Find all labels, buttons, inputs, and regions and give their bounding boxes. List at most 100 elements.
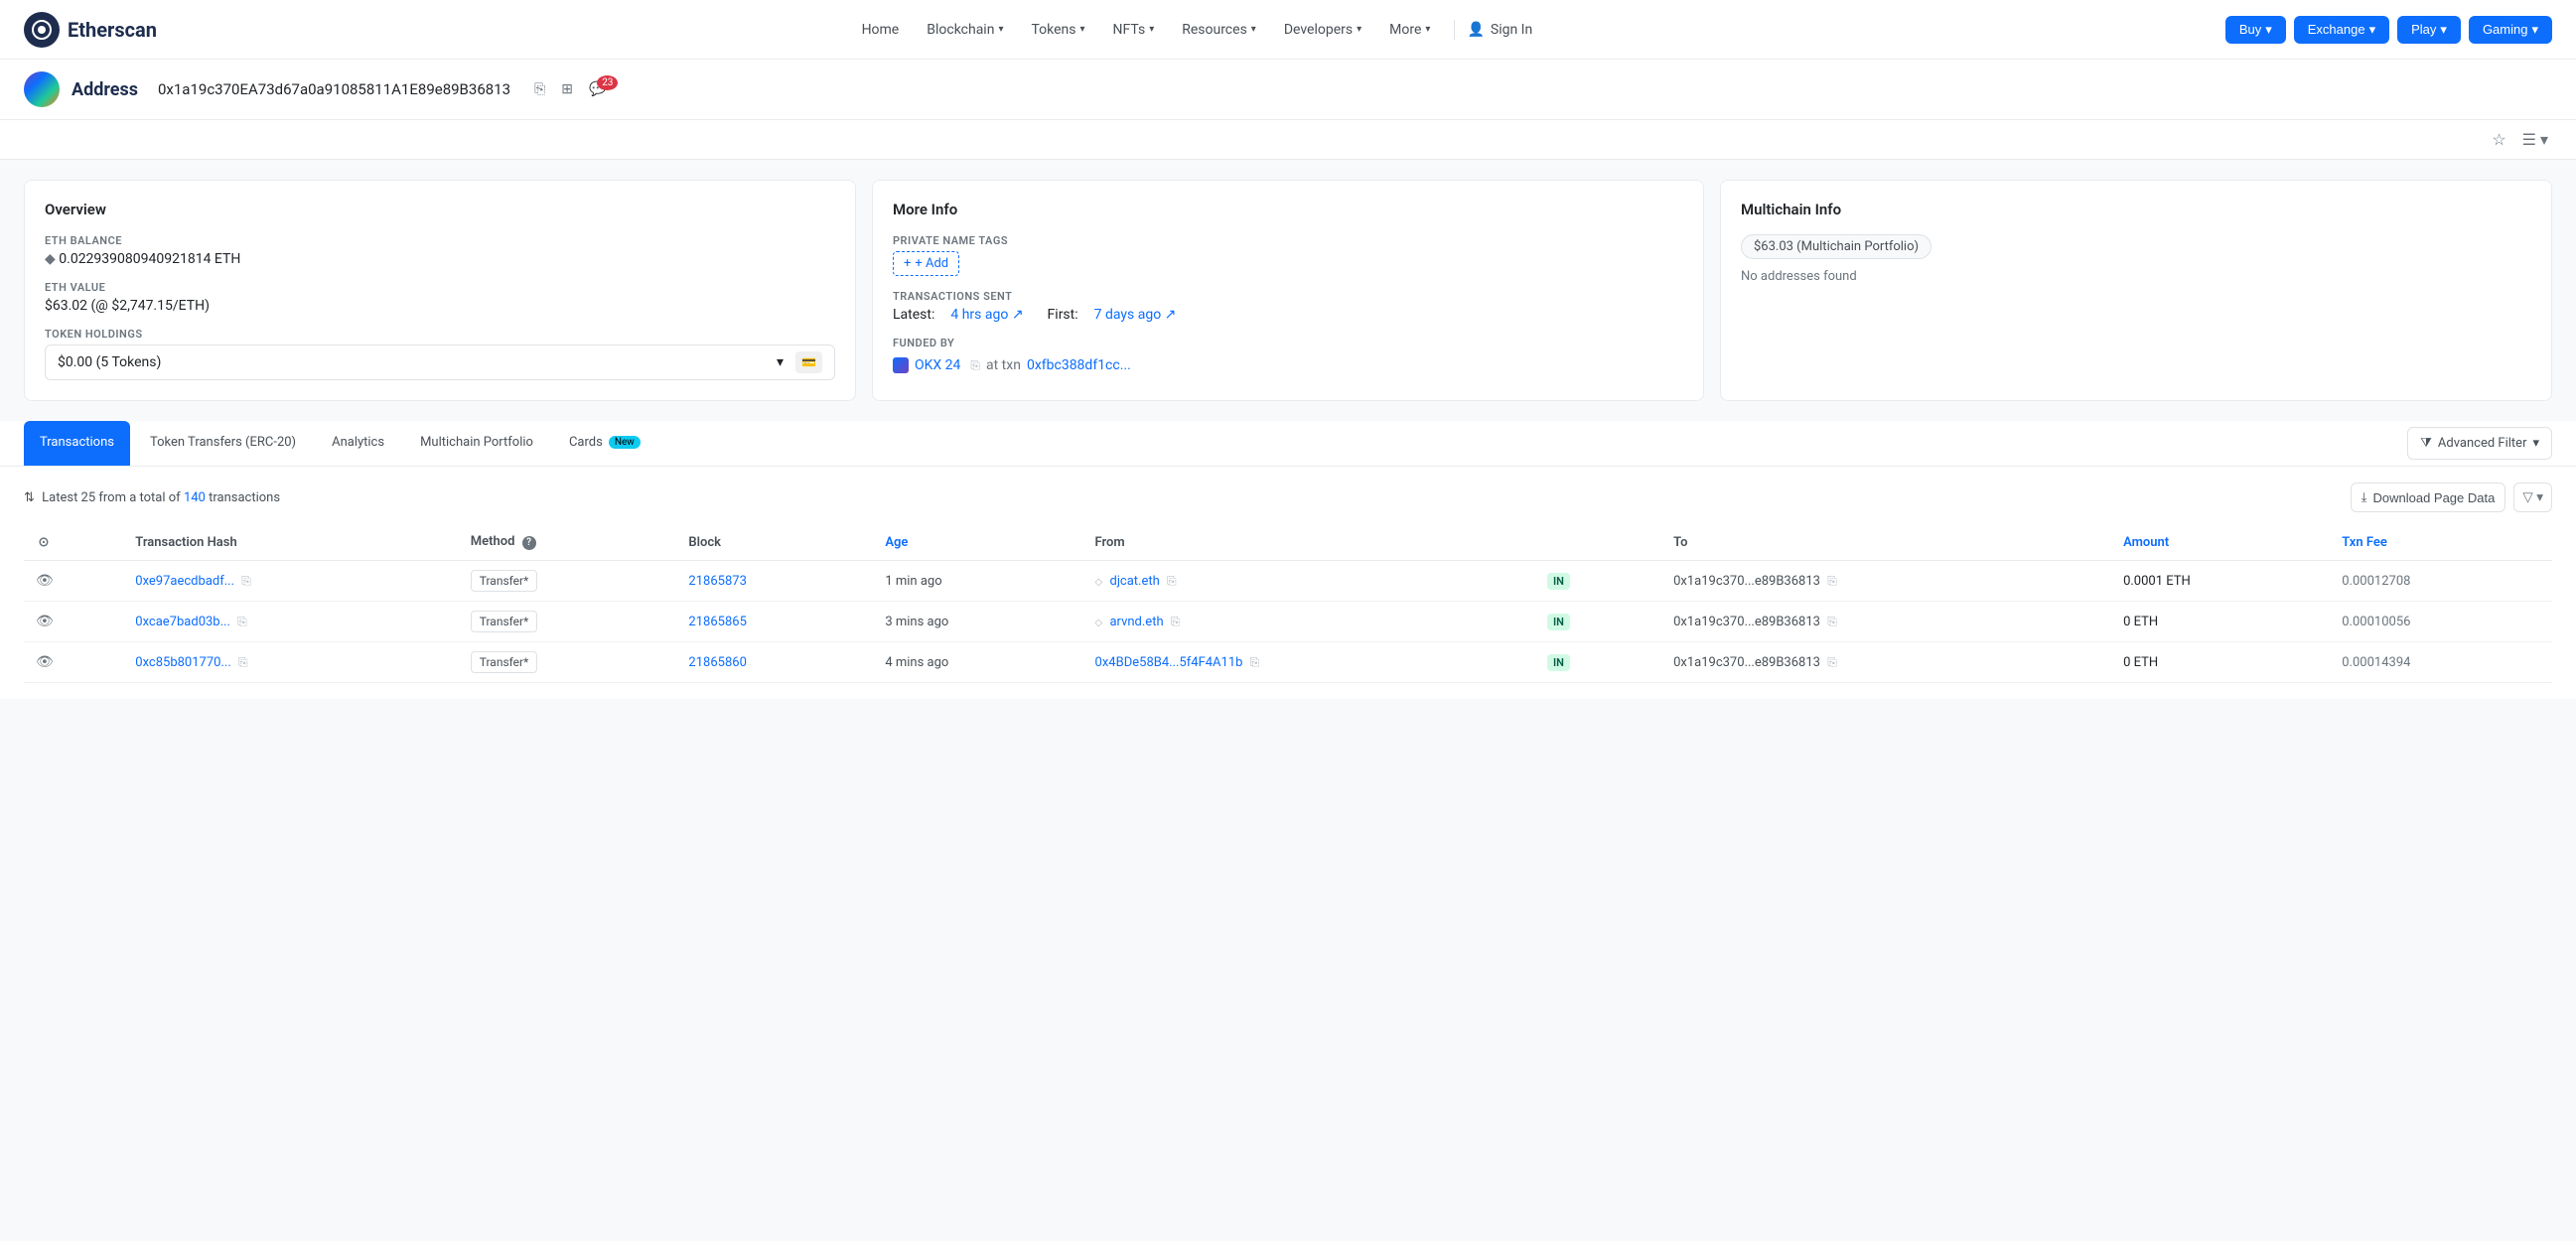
gaming-button[interactable]: Gaming ▾ [2469, 16, 2552, 44]
funded-by-name-link[interactable]: OKX 24 [915, 357, 960, 373]
age-text: 4 mins ago [885, 655, 948, 670]
copy-to-icon[interactable]: ⎘ [1827, 655, 1837, 669]
copy-from-icon[interactable]: ⎘ [1250, 655, 1260, 669]
row-from-cell: ◇ djcat.eth ⎘ [1083, 561, 1535, 602]
block-number-link[interactable]: 21865865 [688, 615, 746, 629]
gaming-chevron-icon: ▾ [2531, 22, 2538, 38]
sign-in-button[interactable]: 👤 Sign In [1467, 22, 1532, 38]
address-label: Address [72, 79, 138, 100]
qr-code-icon[interactable]: ⊞ [557, 79, 577, 99]
download-page-data-button[interactable]: ⤓ Download Page Data [2351, 483, 2506, 512]
tab-transactions[interactable]: Transactions [24, 421, 130, 466]
first-label: First: [1048, 307, 1078, 323]
blockchain-chevron-icon: ▾ [998, 24, 1003, 35]
amount-value: 0 ETH [2123, 615, 2158, 629]
nav-resources[interactable]: Resources ▾ [1170, 14, 1268, 46]
latest-txn-link[interactable]: 4 hrs ago ↗ [950, 307, 1023, 323]
th-fee: Txn Fee [2330, 524, 2552, 561]
row-age-cell: 4 mins ago [873, 642, 1082, 683]
advanced-filter-button[interactable]: ⧩ Advanced Filter ▾ [2407, 427, 2552, 460]
row-age-cell: 1 min ago [873, 561, 1082, 602]
nav-nfts[interactable]: NFTs ▾ [1101, 14, 1167, 46]
from-address-link[interactable]: arvnd.eth [1109, 615, 1163, 629]
row-direction-cell: IN [1535, 602, 1661, 642]
main-nav: Home Blockchain ▾ Tokens ▾ NFTs ▾ Resour… [850, 14, 1533, 46]
no-addresses-found: No addresses found [1741, 269, 2531, 284]
settings-icon[interactable]: ⊙ [36, 534, 52, 550]
copy-from-icon[interactable]: ⎘ [1167, 574, 1177, 588]
transactions-sent-label: TRANSACTIONS SENT [893, 290, 1683, 303]
tab-token-transfers[interactable]: Token Transfers (ERC-20) [134, 421, 312, 466]
total-count-link[interactable]: 140 [184, 490, 206, 505]
nav-more[interactable]: More ▾ [1377, 14, 1442, 46]
method-badge: Transfer* [471, 651, 538, 673]
developers-chevron-icon: ▾ [1357, 24, 1361, 35]
block-number-link[interactable]: 21865860 [688, 655, 746, 670]
nav-home[interactable]: Home [850, 14, 912, 46]
tab-analytics[interactable]: Analytics [316, 421, 400, 466]
notification-badge: 23 [597, 75, 618, 90]
token-holdings-label: TOKEN HOLDINGS [45, 328, 835, 341]
token-wallet-icon[interactable]: 💳 [795, 351, 822, 373]
eth-balance-label: ETH BALANCE [45, 234, 835, 247]
row-fee-cell: 0.00014394 [2330, 642, 2552, 683]
method-help-icon[interactable]: ? [522, 536, 536, 550]
copy-to-icon[interactable]: ⎘ [1827, 574, 1837, 588]
logo-icon [24, 12, 60, 48]
th-hash: Transaction Hash [123, 524, 458, 561]
copy-hash-icon[interactable]: ⎘ [238, 655, 248, 669]
copy-hash-icon[interactable]: ⎘ [241, 574, 251, 588]
multichain-portfolio-badge[interactable]: $63.03 (Multichain Portfolio) [1741, 234, 1932, 259]
block-number-link[interactable]: 21865873 [688, 574, 746, 589]
funded-by-txn-link[interactable]: 0xfbc388df1cc... [1027, 357, 1131, 373]
first-txn-link[interactable]: 7 days ago ↗ [1094, 307, 1177, 323]
filter-button[interactable]: ▽ ▾ [2513, 483, 2552, 512]
notifications-icon-wrapper[interactable]: 💬 23 [585, 81, 610, 97]
row-eye-icon[interactable]: 👁 [36, 614, 54, 629]
resources-chevron-icon: ▾ [1251, 24, 1256, 35]
row-from-cell: ◇ arvnd.eth ⎘ [1083, 602, 1535, 642]
exchange-button[interactable]: Exchange ▾ [2294, 16, 2389, 44]
header-action-buttons: Buy ▾ Exchange ▾ Play ▾ Gaming ▾ [2225, 16, 2552, 44]
from-address-link[interactable]: djcat.eth [1109, 574, 1159, 589]
from-address-link[interactable]: 0x4BDe58B4...5f4F4A11b [1095, 655, 1243, 670]
multichain-info-panel: Multichain Info $63.03 (Multichain Portf… [1720, 180, 2552, 401]
transaction-hash-link[interactable]: 0xe97aecdbadf... [135, 574, 234, 589]
private-name-tags-label: PRIVATE NAME TAGS [893, 234, 1683, 247]
method-badge: Transfer* [471, 570, 538, 592]
transaction-hash-link[interactable]: 0xcae7bad03b... [135, 615, 230, 629]
direction-badge: IN [1547, 654, 1570, 671]
play-button[interactable]: Play ▾ [2397, 16, 2461, 44]
copy-from-icon[interactable]: ⎘ [1171, 615, 1181, 628]
row-eye-icon[interactable]: 👁 [36, 573, 54, 589]
th-method: Method ? [459, 524, 677, 561]
more-info-title: More Info [893, 201, 1683, 218]
row-eye-icon[interactable]: 👁 [36, 654, 54, 670]
tab-cards[interactable]: Cards New [553, 421, 656, 466]
list-icon[interactable]: ☰ ▾ [2518, 126, 2552, 153]
add-private-tag-button[interactable]: + + Add [893, 251, 959, 276]
buy-button[interactable]: Buy ▾ [2225, 16, 2286, 44]
th-from: From [1083, 524, 1535, 561]
star-icon[interactable]: ☆ [2488, 126, 2509, 153]
logo[interactable]: Etherscan [24, 12, 157, 48]
token-holdings-selector[interactable]: $0.00 (5 Tokens) ▾ 💳 [45, 345, 835, 380]
transaction-hash-link[interactable]: 0xc85b801770... [135, 655, 230, 670]
age-text: 1 min ago [885, 574, 941, 589]
row-from-cell: 0x4BDe58B4...5f4F4A11b ⎘ [1083, 642, 1535, 683]
nav-developers[interactable]: Developers ▾ [1272, 14, 1373, 46]
overview-title: Overview [45, 201, 835, 218]
tab-multichain-portfolio[interactable]: Multichain Portfolio [404, 421, 549, 466]
funded-by-copy-icon[interactable]: ⎘ [970, 358, 980, 373]
nav-blockchain[interactable]: Blockchain ▾ [915, 14, 1015, 46]
copy-to-icon[interactable]: ⎘ [1827, 615, 1837, 628]
row-to-cell: 0x1a19c370...e89B36813 ⎘ [1661, 561, 2111, 602]
nav-divider [1454, 20, 1455, 40]
eth-value: $63.02 (@ $2,747.15/ETH) [45, 298, 835, 314]
amount-value: 0.0001 ETH [2123, 574, 2191, 589]
table-row: 👁 0xcae7bad03b... ⎘ Transfer* 21865865 3… [24, 602, 2552, 642]
nav-tokens[interactable]: Tokens ▾ [1019, 14, 1096, 46]
copy-hash-icon[interactable]: ⎘ [237, 615, 247, 628]
copy-address-icon[interactable]: ⎘ [530, 79, 549, 99]
address-bar: Address 0x1a19c370EA73d67a0a91085811A1E8… [0, 60, 2576, 120]
